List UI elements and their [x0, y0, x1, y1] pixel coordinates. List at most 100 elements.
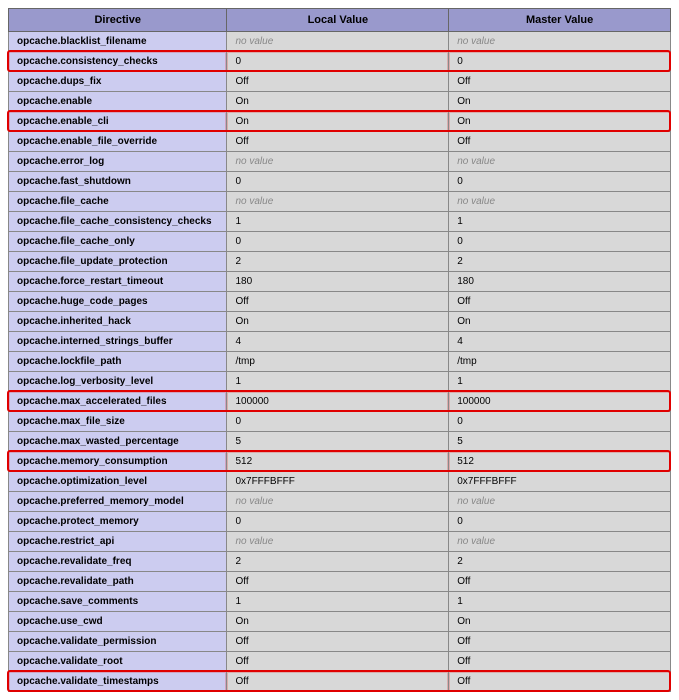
table-row: opcache.optimization_level0x7FFFBFFF0x7F… [9, 472, 671, 492]
directive-cell: opcache.inherited_hack [9, 312, 227, 332]
local-value-cell: 180 [227, 272, 449, 292]
local-value-cell: On [227, 312, 449, 332]
master-value-cell: Off [449, 72, 671, 92]
local-value-cell: no value [227, 152, 449, 172]
table-row: opcache.consistency_checks00 [9, 52, 671, 72]
config-table-wrap: Directive Local Value Master Value opcac… [8, 8, 671, 692]
table-row: opcache.restrict_apino valueno value [9, 532, 671, 552]
local-value-cell: 100000 [227, 392, 449, 412]
table-row: opcache.file_cache_consistency_checks11 [9, 212, 671, 232]
table-row: opcache.enable_cliOnOn [9, 112, 671, 132]
directive-cell: opcache.interned_strings_buffer [9, 332, 227, 352]
table-row: opcache.force_restart_timeout180180 [9, 272, 671, 292]
local-value-cell: /tmp [227, 352, 449, 372]
table-row: opcache.error_logno valueno value [9, 152, 671, 172]
local-value-cell: no value [227, 492, 449, 512]
local-value-cell: 2 [227, 552, 449, 572]
directive-cell: opcache.protect_memory [9, 512, 227, 532]
directive-cell: opcache.dups_fix [9, 72, 227, 92]
local-value-cell: no value [227, 192, 449, 212]
master-value-cell: 1 [449, 592, 671, 612]
table-row: opcache.max_file_size00 [9, 412, 671, 432]
col-local: Local Value [227, 9, 449, 32]
directive-cell: opcache.enable_cli [9, 112, 227, 132]
directive-cell: opcache.force_restart_timeout [9, 272, 227, 292]
master-value-cell: 0 [449, 172, 671, 192]
master-value-cell: 180 [449, 272, 671, 292]
table-row: opcache.validate_timestampsOffOff [9, 672, 671, 692]
local-value-cell: 0 [227, 412, 449, 432]
master-value-cell: 4 [449, 332, 671, 352]
master-value-cell: 2 [449, 252, 671, 272]
master-value-cell: no value [449, 532, 671, 552]
table-row: opcache.log_verbosity_level11 [9, 372, 671, 392]
table-row: opcache.lockfile_path/tmp/tmp [9, 352, 671, 372]
local-value-cell: On [227, 92, 449, 112]
directive-cell: opcache.optimization_level [9, 472, 227, 492]
table-row: opcache.interned_strings_buffer44 [9, 332, 671, 352]
table-row: opcache.use_cwdOnOn [9, 612, 671, 632]
master-value-cell: 512 [449, 452, 671, 472]
table-row: opcache.file_cache_only00 [9, 232, 671, 252]
master-value-cell: Off [449, 672, 671, 692]
master-value-cell: 0 [449, 232, 671, 252]
table-row: opcache.blacklist_filenameno valueno val… [9, 32, 671, 52]
local-value-cell: 0 [227, 172, 449, 192]
directive-cell: opcache.enable [9, 92, 227, 112]
table-row: opcache.enableOnOn [9, 92, 671, 112]
directive-cell: opcache.enable_file_override [9, 132, 227, 152]
directive-cell: opcache.file_cache [9, 192, 227, 212]
local-value-cell: On [227, 112, 449, 132]
master-value-cell: Off [449, 132, 671, 152]
table-row: opcache.dups_fixOffOff [9, 72, 671, 92]
master-value-cell: 0x7FFFBFFF [449, 472, 671, 492]
table-row: opcache.validate_rootOffOff [9, 652, 671, 672]
master-value-cell: 1 [449, 372, 671, 392]
master-value-cell: 1 [449, 212, 671, 232]
master-value-cell: 2 [449, 552, 671, 572]
col-master: Master Value [449, 9, 671, 32]
local-value-cell: 2 [227, 252, 449, 272]
table-row: opcache.huge_code_pagesOffOff [9, 292, 671, 312]
master-value-cell: On [449, 112, 671, 132]
directive-cell: opcache.huge_code_pages [9, 292, 227, 312]
local-value-cell: 0 [227, 52, 449, 72]
local-value-cell: Off [227, 652, 449, 672]
master-value-cell: no value [449, 192, 671, 212]
master-value-cell: 100000 [449, 392, 671, 412]
local-value-cell: no value [227, 532, 449, 552]
table-row: opcache.revalidate_freq22 [9, 552, 671, 572]
local-value-cell: Off [227, 672, 449, 692]
directive-cell: opcache.consistency_checks [9, 52, 227, 72]
table-row: opcache.inherited_hackOnOn [9, 312, 671, 332]
local-value-cell: 512 [227, 452, 449, 472]
master-value-cell: Off [449, 292, 671, 312]
table-row: opcache.max_accelerated_files10000010000… [9, 392, 671, 412]
local-value-cell: Off [227, 572, 449, 592]
local-value-cell: 5 [227, 432, 449, 452]
local-value-cell: 1 [227, 592, 449, 612]
local-value-cell: Off [227, 72, 449, 92]
local-value-cell: 1 [227, 372, 449, 392]
local-value-cell: Off [227, 132, 449, 152]
master-value-cell: Off [449, 652, 671, 672]
master-value-cell: Off [449, 572, 671, 592]
table-row: opcache.file_update_protection22 [9, 252, 671, 272]
local-value-cell: 4 [227, 332, 449, 352]
local-value-cell: 0 [227, 232, 449, 252]
local-value-cell: On [227, 612, 449, 632]
directive-cell: opcache.file_cache_consistency_checks [9, 212, 227, 232]
directive-cell: opcache.lockfile_path [9, 352, 227, 372]
table-row: opcache.validate_permissionOffOff [9, 632, 671, 652]
col-directive: Directive [9, 9, 227, 32]
local-value-cell: 0x7FFFBFFF [227, 472, 449, 492]
table-row: opcache.preferred_memory_modelno valueno… [9, 492, 671, 512]
table-row: opcache.protect_memory00 [9, 512, 671, 532]
directive-cell: opcache.memory_consumption [9, 452, 227, 472]
directive-cell: opcache.max_accelerated_files [9, 392, 227, 412]
directive-cell: opcache.validate_timestamps [9, 672, 227, 692]
phpinfo-config-table: Directive Local Value Master Value opcac… [8, 8, 671, 692]
directive-cell: opcache.fast_shutdown [9, 172, 227, 192]
table-row: opcache.file_cacheno valueno value [9, 192, 671, 212]
local-value-cell: 0 [227, 512, 449, 532]
